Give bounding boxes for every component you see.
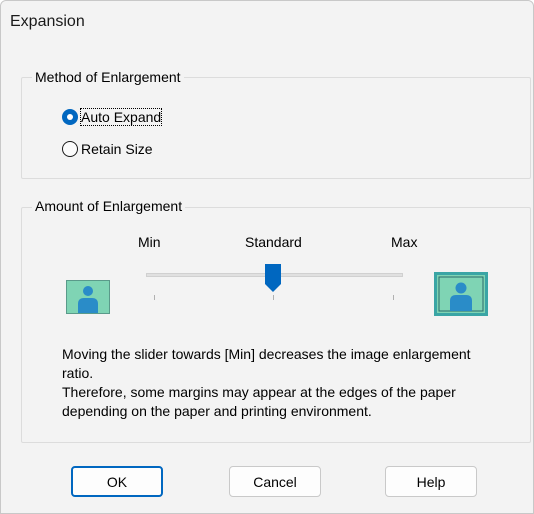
help-button[interactable]: Help: [385, 466, 477, 497]
method-group-label: Method of Enlargement: [32, 69, 184, 85]
title-bar[interactable]: Expansion: [1, 1, 533, 45]
standard-label: Standard: [245, 234, 302, 250]
radio-retain-size[interactable]: Retain Size: [62, 141, 153, 157]
cancel-button[interactable]: Cancel: [229, 466, 321, 497]
slider-tick-max: [393, 295, 394, 300]
amount-group-label: Amount of Enlargement: [32, 198, 186, 214]
max-label: Max: [391, 234, 418, 250]
slider-thumb[interactable]: [264, 263, 282, 296]
description-line-1: Moving the slider towards [Min] decrease…: [62, 346, 471, 381]
radio-auto-expand-label[interactable]: Auto Expand: [79, 108, 163, 126]
large-image-icon: [434, 272, 488, 319]
radio-retain-size-label[interactable]: Retain Size: [81, 141, 153, 157]
radio-retain-size-button[interactable]: [62, 141, 78, 157]
enlargement-description: Moving the slider towards [Min] decrease…: [62, 345, 482, 421]
radio-auto-expand[interactable]: Auto Expand: [62, 108, 163, 126]
ok-button[interactable]: OK: [71, 466, 163, 497]
min-label: Min: [138, 234, 161, 250]
small-image-icon: [66, 280, 110, 317]
dialog-title: Expansion: [10, 13, 85, 30]
slider-tick-min: [154, 295, 155, 300]
expansion-dialog: Expansion Method of Enlargement Auto Exp…: [0, 0, 534, 514]
description-line-2: Therefore, some margins may appear at th…: [62, 384, 456, 419]
radio-auto-expand-button[interactable]: [62, 109, 78, 125]
method-of-enlargement-group: [21, 77, 531, 179]
